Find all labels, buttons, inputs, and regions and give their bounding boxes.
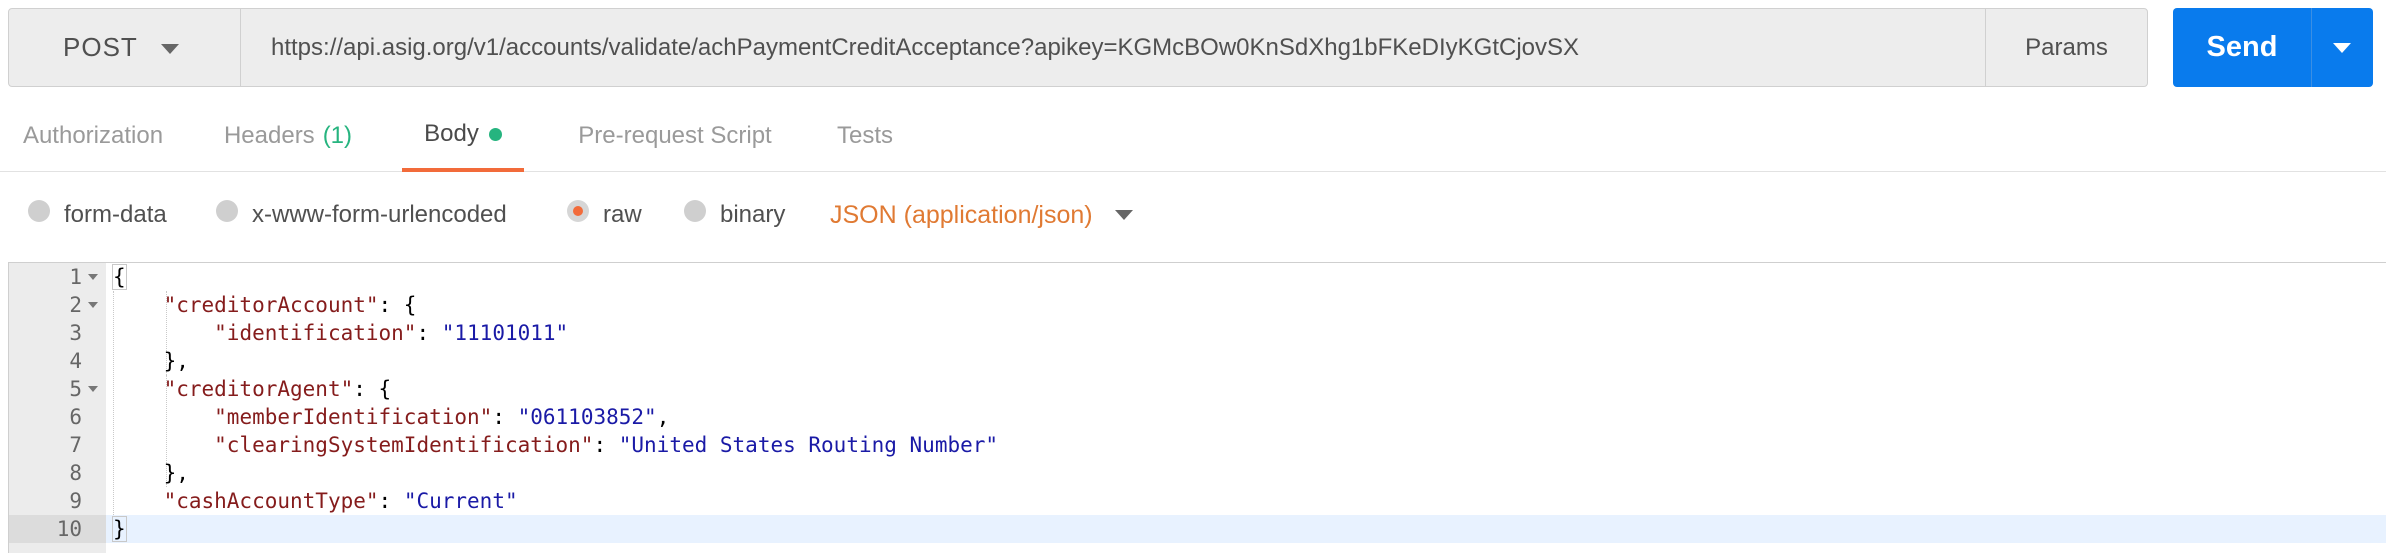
option-label: binary <box>720 201 786 228</box>
tab-body[interactable]: Body <box>402 100 524 172</box>
request-bar: POST https://api.asig.org/v1/accounts/va… <box>8 8 2148 87</box>
option-label: form-data <box>64 201 167 228</box>
code-text: }, <box>163 461 189 485</box>
tab-label: Pre-request Script <box>578 122 772 149</box>
send-options-button[interactable] <box>2311 8 2373 87</box>
tab-pre-request-script[interactable]: Pre-request Script <box>560 100 790 172</box>
send-button-group: Send <box>2173 8 2373 87</box>
line-number: 3 <box>69 321 82 345</box>
code-text: "cashAccountType": "Current" <box>163 489 518 513</box>
line-number: 7 <box>69 433 82 457</box>
tab-tests[interactable]: Tests <box>820 100 910 172</box>
fold-arrow-icon[interactable] <box>88 274 98 280</box>
format-dropdown[interactable]: JSON (application/json) <box>830 180 1133 250</box>
url-input[interactable]: https://api.asig.org/v1/accounts/validat… <box>241 9 1999 86</box>
line-number: 1 <box>9 263 106 291</box>
code-editor[interactable]: 1 { 2 "creditorAccount": { 3 "identifica… <box>8 262 2386 553</box>
code-text: "clearingSystemIdentification": "United … <box>214 433 999 457</box>
send-button[interactable]: Send <box>2173 8 2311 87</box>
radio-urlencoded[interactable] <box>216 200 238 222</box>
chevron-down-icon <box>2333 42 2351 53</box>
option-urlencoded[interactable]: x-www-form-urlencoded <box>216 180 507 250</box>
code-text: "creditorAgent": { <box>163 377 392 401</box>
code-text: "memberIdentification": "061103852", <box>214 405 670 429</box>
code-line: 5 "creditorAgent": { <box>9 375 2386 403</box>
request-tabs: Authorization Headers (1) Body Pre-reque… <box>0 100 2386 172</box>
chevron-down-icon <box>1115 210 1133 220</box>
code-line: 9 "cashAccountType": "Current" <box>9 487 2386 515</box>
fold-arrow-icon[interactable] <box>88 386 98 392</box>
params-button[interactable]: Params <box>1985 9 2147 86</box>
option-label: x-www-form-urlencoded <box>252 201 507 228</box>
code-text: "identification": "11101011" <box>214 321 569 345</box>
option-label: raw <box>603 201 642 228</box>
tab-authorization[interactable]: Authorization <box>4 100 182 172</box>
code-text: "creditorAccount": { <box>163 293 417 317</box>
headers-count: (1) <box>322 122 353 149</box>
line-number: 10 <box>9 515 106 543</box>
format-label: JSON (application/json) <box>830 200 1093 229</box>
line-number: 8 <box>69 461 82 485</box>
method-dropdown[interactable]: POST <box>9 9 241 86</box>
line-number: 4 <box>69 349 82 373</box>
code-line: 4 }, <box>9 347 2386 375</box>
code-line-active: 10 } <box>9 515 2386 543</box>
code-line: 3 "identification": "11101011" <box>9 319 2386 347</box>
code-text: }, <box>163 349 189 373</box>
fold-arrow-icon[interactable] <box>88 302 98 308</box>
option-binary[interactable]: binary <box>684 180 785 250</box>
code-text: { <box>112 264 127 290</box>
chevron-down-icon <box>161 44 179 54</box>
line-number: 2 <box>9 291 106 319</box>
tab-label: Tests <box>836 122 893 149</box>
code-line: 1 { <box>9 263 2386 291</box>
radio-binary[interactable] <box>684 200 706 222</box>
code-line: 6 "memberIdentification": "061103852", <box>9 403 2386 431</box>
code-line: 7 "clearingSystemIdentification": "Unite… <box>9 431 2386 459</box>
line-number: 9 <box>69 489 82 513</box>
line-number: 5 <box>9 375 106 403</box>
method-label: POST <box>63 32 138 62</box>
body-indicator-dot <box>488 127 502 141</box>
code-line: 8 }, <box>9 459 2386 487</box>
line-number: 6 <box>69 405 82 429</box>
option-raw[interactable]: raw <box>567 180 642 250</box>
tab-label: Body <box>424 120 479 147</box>
code-text: } <box>112 516 127 542</box>
tab-label: Authorization <box>22 122 164 149</box>
tab-label: Headers <box>223 122 315 149</box>
code-line: 2 "creditorAccount": { <box>9 291 2386 319</box>
option-form-data[interactable]: form-data <box>28 180 167 250</box>
radio-form-data[interactable] <box>28 200 50 222</box>
body-type-options: form-data x-www-form-urlencoded raw bina… <box>0 180 2386 250</box>
radio-raw[interactable] <box>567 200 589 222</box>
tab-headers[interactable]: Headers (1) <box>214 100 362 172</box>
